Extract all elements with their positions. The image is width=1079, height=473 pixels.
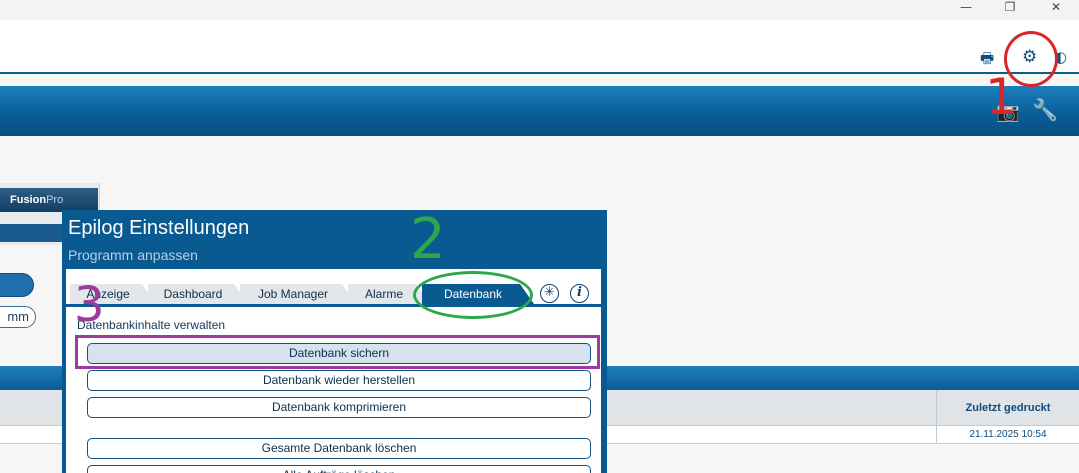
minimize-icon[interactable]: — (943, 0, 989, 20)
star-icon[interactable]: ✳ (540, 284, 559, 303)
delete-all-jobs-button[interactable]: Alle Aufträge löschen (87, 465, 591, 473)
fusion-pro-logo: FusionPro (10, 194, 64, 206)
annotation-step-2: 2 (410, 207, 446, 272)
background-mm-button[interactable]: mm (0, 306, 36, 328)
annotation-step-1: 1 (985, 68, 1017, 126)
cell-last-printed: 21.11.2025 10:54 (936, 426, 1079, 444)
dialog-subtitle: Programm anpassen (68, 247, 198, 263)
info-icon[interactable]: i (570, 284, 589, 303)
fusion-panel-bar (0, 224, 66, 242)
restore-database-button[interactable]: Datenbank wieder herstellen (87, 370, 591, 391)
delete-database-button[interactable]: Gesamte Datenbank löschen (87, 438, 591, 459)
tab-dashboard[interactable]: Dashboard (148, 284, 248, 304)
tab-job-manager[interactable]: Job Manager (240, 284, 356, 304)
app-header: 🖶 ⚙ ◐ (0, 20, 1079, 74)
main-toolbar: 📷 🔧 (0, 86, 1079, 136)
annotation-box-3 (75, 335, 600, 369)
window-title-bar: — ❐ ✕ (0, 0, 1079, 20)
close-icon[interactable]: ✕ (1033, 0, 1079, 20)
compact-database-button[interactable]: Datenbank komprimieren (87, 397, 591, 418)
annotation-step-3: 3 (74, 277, 105, 333)
column-header-last-printed[interactable]: Zuletzt gedruckt (936, 390, 1079, 426)
wrench-icon[interactable]: 🔧 (1032, 98, 1058, 123)
annotation-ring-2 (413, 271, 533, 319)
restore-icon[interactable]: ❐ (987, 0, 1033, 20)
background-pill-button[interactable] (0, 273, 34, 297)
dialog-title: Epilog Einstellungen (68, 217, 250, 239)
